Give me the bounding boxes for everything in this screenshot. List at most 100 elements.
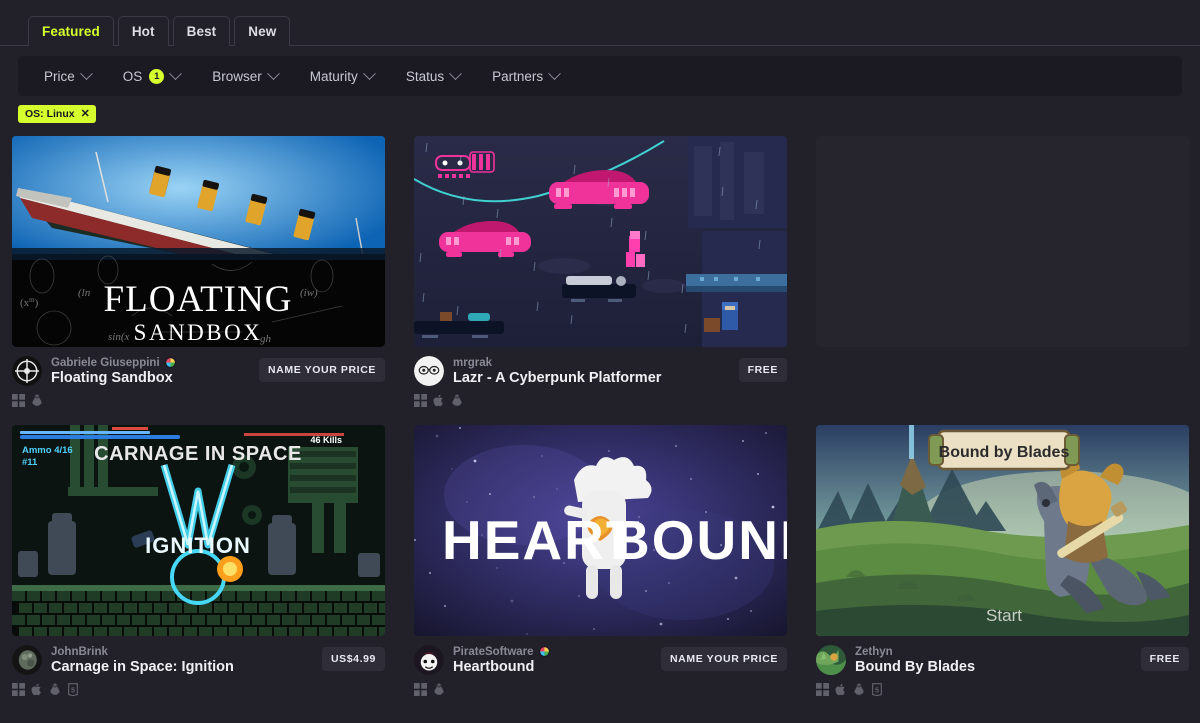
active-filter-tag-label: OS: Linux [25,108,75,120]
game-card[interactable]: HEART BOUND PirateSoftware Heartbound NAM… [414,425,787,696]
svg-text:#11: #11 [22,457,38,468]
avatar[interactable] [816,645,846,675]
chevron-down-icon [362,66,376,80]
filter-maturity[interactable]: Maturity [294,56,390,96]
close-icon[interactable]: ✕ [81,108,90,120]
creator-badge [164,357,176,368]
active-filter-tags: OS: Linux ✕ [0,96,1200,123]
game-meta-text: mrgrak Lazr - A Cyberpunk Platformer [453,357,661,386]
filter-bar: Price OS 1 Browser Maturity Status Partners [18,56,1182,96]
thumbnail-art: HEART BOUND [414,425,787,636]
thumbnail-art: Ammo 4/16 #11 46 Kills CARNAGE IN SPACE … [12,425,385,636]
chevron-down-icon [548,66,561,80]
game-title[interactable]: Floating Sandbox [51,370,176,386]
game-thumbnail[interactable] [816,136,1189,347]
creator-badge [538,646,550,657]
tab-new[interactable]: New [234,16,291,46]
price-badge[interactable]: NAME YOUR PRICE [661,647,787,671]
filter-label: Partners [492,68,544,84]
linux-icon [854,683,864,695]
svg-text:Ammo 4/16: Ammo 4/16 [22,445,73,456]
svg-text:(ln: (ln [78,287,91,299]
svg-text:5: 5 [71,685,75,694]
game-card[interactable]: mrgrak Lazr - A Cyberpunk Platformer FREE [414,136,787,407]
html5-icon: 5 [68,683,78,696]
avatar[interactable] [414,645,444,675]
platform-icons [414,386,787,407]
avatar[interactable] [414,356,444,386]
svg-text:Start: Start [986,606,1022,625]
game-thumbnail[interactable]: Ammo 4/16 #11 46 Kills CARNAGE IN SPACE … [12,425,385,636]
chevron-down-icon [266,66,280,80]
game-card[interactable]: Bound by Blades Start Zethyn Bound By Bla… [816,425,1189,696]
price-badge[interactable]: NAME YOUR PRICE [259,358,385,382]
game-author[interactable]: Gabriele Giuseppini [51,357,160,369]
price-badge[interactable]: FREE [738,358,787,382]
price-badge[interactable]: US$4.99 [321,647,385,671]
game-meta-text: PirateSoftware Heartbound [453,646,550,675]
platform-icons [12,386,385,407]
game-title[interactable]: Heartbound [453,659,550,675]
tab-hot[interactable]: Hot [117,16,169,46]
game-title[interactable]: Bound By Blades [855,659,975,675]
platform-icons: 5 [12,675,385,696]
author-line: JohnBrink [51,646,234,658]
windows-icon [816,683,829,696]
author-line: mrgrak [453,357,661,369]
game-thumbnail[interactable] [414,136,787,347]
game-meta: PirateSoftware Heartbound NAME YOUR PRICE [414,636,787,675]
filter-browser[interactable]: Browser [196,56,294,96]
linux-icon [452,394,462,406]
svg-text:Bound by Blades: Bound by Blades [939,444,1070,461]
game-thumbnail[interactable]: HEART BOUND [414,425,787,636]
svg-text:sin(x: sin(x [108,331,130,343]
filter-label: Browser [212,68,262,84]
avatar[interactable] [12,356,42,386]
linux-icon [434,683,444,695]
apple-icon [835,683,845,696]
filter-bar-wrapper: Price OS 1 Browser Maturity Status Partners [0,46,1200,96]
game-card[interactable]: Ammo 4/16 #11 46 Kills CARNAGE IN SPACE … [12,425,385,696]
game-meta-text: JohnBrink Carnage in Space: Ignition [51,646,234,675]
game-card[interactable]: (xm) (ln (iw) sin(x gh FLOATING SANDBOX … [12,136,385,407]
game-author[interactable]: Zethyn [855,646,893,658]
filter-os[interactable]: OS 1 [107,56,197,96]
game-author[interactable]: JohnBrink [51,646,108,658]
author-line: PirateSoftware [453,646,550,658]
platform-icons: 5 [816,675,1189,696]
svg-text:SANDBOX: SANDBOX [134,320,263,345]
svg-text:BOUND: BOUND [610,509,787,571]
windows-icon [12,394,25,407]
svg-text:CARNAGE IN SPACE: CARNAGE IN SPACE [94,443,302,465]
svg-text:FLOATING: FLOATING [104,279,293,320]
game-title[interactable]: Lazr - A Cyberpunk Platformer [453,370,661,386]
game-author[interactable]: mrgrak [453,357,492,369]
svg-text:5: 5 [875,685,879,694]
game-author[interactable]: PirateSoftware [453,646,534,658]
game-thumbnail[interactable]: (xm) (ln (iw) sin(x gh FLOATING SANDBOX [12,136,385,347]
filter-status[interactable]: Status [390,56,476,96]
game-thumbnail[interactable]: Bound by Blades Start [816,425,1189,636]
filter-price[interactable]: Price [28,56,107,96]
creator-badge-icon [164,357,176,368]
game-meta: Gabriele Giuseppini Floating Sandbox NAME… [12,347,385,386]
game-meta: mrgrak Lazr - A Cyberpunk Platformer FREE [414,347,787,386]
author-line: Zethyn [855,646,975,658]
category-tabs: Featured Hot Best New [0,0,1200,47]
windows-icon [12,683,25,696]
filter-partners[interactable]: Partners [476,56,575,96]
game-meta-text: Zethyn Bound By Blades [855,646,975,675]
game-card[interactable] [816,136,1189,407]
tab-featured[interactable]: Featured [28,16,114,47]
active-filter-tag[interactable]: OS: Linux ✕ [18,105,96,123]
platform-icons [414,675,787,696]
windows-icon [414,683,427,696]
tab-best[interactable]: Best [172,16,231,46]
avatar[interactable] [12,645,42,675]
filter-label: Maturity [309,68,358,84]
chevron-down-icon [79,66,93,80]
game-meta-text: Gabriele Giuseppini Floating Sandbox [51,357,176,386]
chevron-down-icon [169,66,183,80]
price-badge[interactable]: FREE [1140,647,1189,671]
game-title[interactable]: Carnage in Space: Ignition [51,659,234,675]
